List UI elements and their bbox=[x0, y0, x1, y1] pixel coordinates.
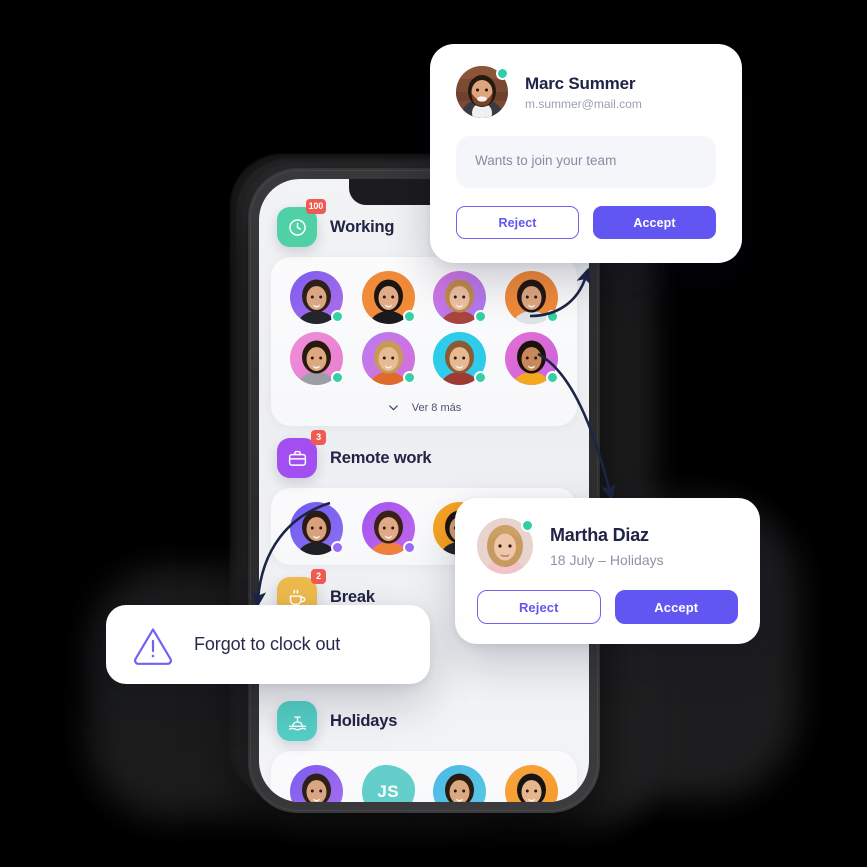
avatar[interactable] bbox=[290, 271, 345, 324]
avatar-row bbox=[281, 271, 567, 324]
avatar[interactable] bbox=[433, 271, 488, 324]
app-status-list[interactable]: 100 Working Ver 8 más 3 Remote work 2 Break Hol… bbox=[259, 179, 589, 802]
phone-screen: 100 Working Ver 8 más 3 Remote work 2 Break Hol… bbox=[259, 179, 589, 802]
status-group-title: Holidays bbox=[330, 711, 398, 730]
holiday-request-identity: Martha Diaz 18 July – Holidays bbox=[550, 524, 664, 568]
avatar-card: JS bbox=[271, 751, 577, 802]
chevron-down-icon bbox=[387, 401, 400, 414]
status-group-title: Remote work bbox=[330, 448, 432, 467]
briefcase-icon: 3 bbox=[277, 430, 326, 478]
alert-text: Forgot to clock out bbox=[194, 634, 341, 654]
avatar bbox=[456, 66, 509, 118]
join-request-card: Marc Summer m.summer@mail.com Wants to j… bbox=[430, 44, 742, 263]
see-more-label: Ver 8 más bbox=[411, 401, 462, 414]
reject-button[interactable]: Reject bbox=[477, 590, 601, 624]
person-email: m.summer@mail.com bbox=[525, 97, 642, 112]
status-dot bbox=[402, 541, 416, 554]
avatar-row: JS bbox=[281, 765, 567, 802]
status-dot bbox=[545, 371, 559, 384]
phone-frame: 100 Working Ver 8 más 3 Remote work 2 Break Hol… bbox=[248, 168, 600, 813]
join-request-identity: Marc Summer m.summer@mail.com bbox=[525, 73, 642, 111]
avatar[interactable] bbox=[290, 332, 345, 385]
status-group-title: Working bbox=[330, 217, 395, 236]
mockup-stage: 100 Working Ver 8 más 3 Remote work 2 Break Hol… bbox=[0, 0, 867, 867]
avatar[interactable] bbox=[504, 271, 559, 324]
avatar-image bbox=[433, 765, 487, 802]
status-dot bbox=[331, 541, 345, 554]
status-badge: 100 bbox=[305, 199, 326, 214]
online-status-dot bbox=[496, 67, 509, 80]
status-badge: 3 bbox=[311, 430, 326, 445]
avatar[interactable] bbox=[361, 271, 416, 324]
join-request-message: Wants to join your team bbox=[456, 136, 716, 188]
avatar-image bbox=[290, 765, 344, 802]
status-group-header[interactable]: Holidays bbox=[271, 695, 577, 751]
holiday-detail: 18 July – Holidays bbox=[550, 551, 664, 568]
status-dot bbox=[331, 371, 345, 384]
avatar[interactable] bbox=[504, 332, 559, 385]
alert-card: Forgot to clock out bbox=[106, 605, 430, 684]
accept-button[interactable]: Accept bbox=[593, 206, 716, 239]
status-badge: 2 bbox=[311, 569, 326, 584]
person-name: Martha Diaz bbox=[550, 525, 649, 546]
holiday-request-actions: Reject Accept bbox=[477, 590, 738, 624]
status-group-header[interactable]: 3 Remote work bbox=[271, 430, 577, 488]
holiday-request-card: Martha Diaz 18 July – Holidays Reject Ac… bbox=[455, 498, 760, 644]
person-name: Marc Summer bbox=[525, 73, 636, 93]
status-group-holidays[interactable]: Holidays JS bbox=[271, 695, 577, 802]
phone-device: 100 Working Ver 8 más 3 Remote work 2 Break Hol… bbox=[88, 154, 798, 826]
online-status-dot bbox=[521, 519, 534, 532]
status-dot bbox=[545, 310, 559, 323]
beach-icon bbox=[277, 701, 317, 741]
warning-triangle-icon bbox=[132, 624, 174, 666]
accept-button[interactable]: Accept bbox=[614, 590, 738, 624]
avatar bbox=[477, 518, 534, 574]
reject-button[interactable]: Reject bbox=[456, 206, 579, 239]
clock-icon: 100 bbox=[277, 199, 326, 247]
avatar-initials[interactable]: JS bbox=[361, 765, 415, 802]
see-more-button[interactable]: Ver 8 más bbox=[281, 393, 567, 416]
status-dot bbox=[331, 310, 345, 323]
join-request-person: Marc Summer m.summer@mail.com bbox=[456, 66, 716, 118]
join-request-actions: Reject Accept bbox=[456, 206, 716, 239]
avatar[interactable] bbox=[290, 765, 344, 802]
avatar-card: Ver 8 más bbox=[271, 257, 577, 426]
avatar[interactable] bbox=[433, 765, 487, 802]
status-dot bbox=[402, 371, 416, 384]
status-dot bbox=[474, 371, 488, 384]
avatar[interactable] bbox=[361, 502, 416, 555]
holiday-request-person: Martha Diaz 18 July – Holidays bbox=[477, 518, 738, 574]
avatar-image bbox=[504, 765, 558, 802]
avatar[interactable] bbox=[361, 332, 416, 385]
avatar[interactable] bbox=[433, 332, 488, 385]
avatar[interactable] bbox=[290, 502, 345, 555]
avatar[interactable] bbox=[504, 765, 558, 802]
avatar-row bbox=[281, 332, 567, 385]
status-group-title: Break bbox=[330, 587, 375, 606]
status-dot bbox=[402, 310, 416, 323]
status-dot bbox=[474, 310, 488, 323]
